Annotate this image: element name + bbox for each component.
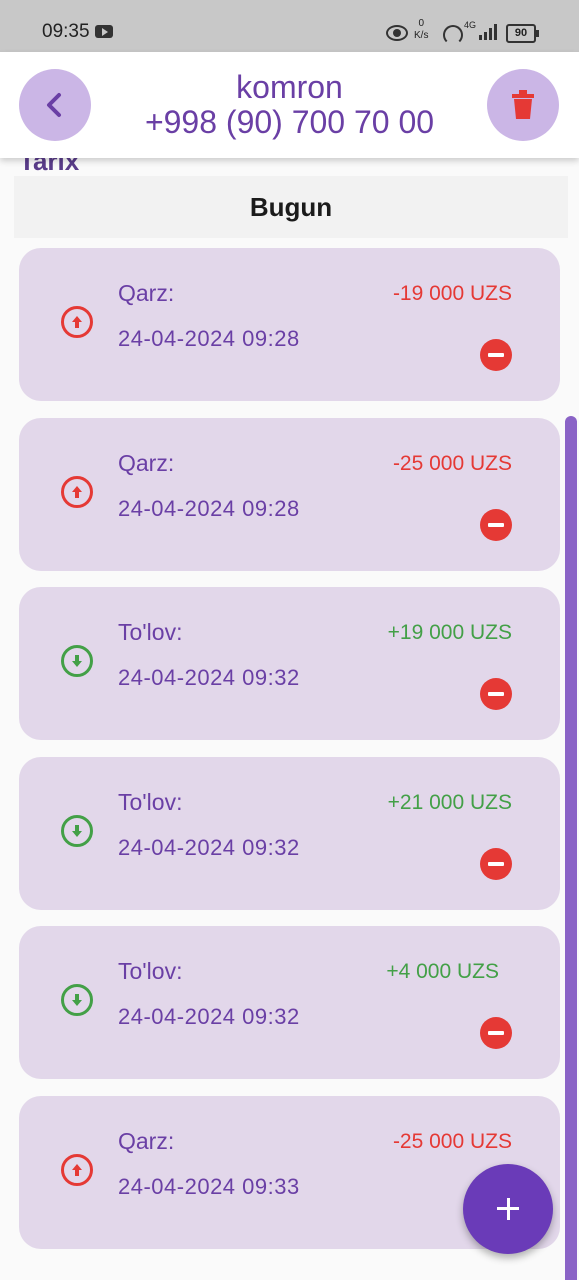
transaction-amount: -19 000 UZS xyxy=(392,282,512,305)
section-header-today: Bugun xyxy=(14,176,568,238)
transaction-amount: +4 000 UZS xyxy=(386,960,499,983)
arrow-down-circle-icon xyxy=(61,645,93,677)
eye-icon xyxy=(386,25,408,41)
transaction-type: Qarz: xyxy=(118,450,175,476)
remove-transaction-button[interactable] xyxy=(480,678,512,710)
arrow-up-circle-icon xyxy=(61,306,93,338)
add-transaction-button[interactable] xyxy=(463,1164,553,1254)
arrow-up-circle-icon xyxy=(61,476,93,508)
transaction-date: 24-04-2024 09:32 xyxy=(118,665,300,690)
transaction-card[interactable]: To'lov: +19 000 UZS 24-04-2024 09:32 xyxy=(19,587,560,740)
hotspot-icon xyxy=(443,25,463,45)
transaction-date: 24-04-2024 09:32 xyxy=(118,835,300,860)
network-type: 4G xyxy=(464,20,477,30)
battery-icon: 90 xyxy=(506,24,539,43)
transaction-date: 24-04-2024 09:33 xyxy=(118,1174,300,1199)
network-speed: 0 K/s xyxy=(414,18,428,42)
remove-transaction-button[interactable] xyxy=(480,1017,512,1049)
remove-transaction-button[interactable] xyxy=(480,339,512,371)
transaction-card[interactable]: To'lov: +21 000 UZS 24-04-2024 09:32 xyxy=(19,757,560,910)
transaction-amount: -25 000 UZS xyxy=(392,452,512,475)
transaction-date: 24-04-2024 09:28 xyxy=(118,326,300,351)
arrow-down-circle-icon xyxy=(61,984,93,1016)
status-bar: 09:35 0 K/s 4G 90 xyxy=(0,0,579,52)
transaction-card[interactable]: To'lov: +4 000 UZS 24-04-2024 09:32 xyxy=(19,926,560,1079)
transaction-amount: +21 000 UZS xyxy=(387,791,512,814)
transaction-amount: +19 000 UZS xyxy=(387,621,512,644)
app-bar: komron +998 (90) 700 70 00 xyxy=(0,52,579,158)
transaction-card[interactable]: Qarz: -19 000 UZS 24-04-2024 09:28 xyxy=(19,248,560,401)
transaction-date: 24-04-2024 09:32 xyxy=(118,1004,300,1029)
trash-icon xyxy=(512,90,534,119)
transaction-type: Qarz: xyxy=(118,1128,175,1154)
transaction-card[interactable]: Qarz: -25 000 UZS 24-04-2024 09:28 xyxy=(19,418,560,571)
transaction-type: Qarz: xyxy=(118,280,175,306)
youtube-icon xyxy=(95,25,113,38)
section-title: Bugun xyxy=(249,191,333,222)
transaction-type: To'lov: xyxy=(118,619,183,645)
remove-transaction-button[interactable] xyxy=(480,848,512,880)
delete-contact-button[interactable] xyxy=(487,69,559,141)
remove-transaction-button[interactable] xyxy=(480,509,512,541)
status-time: 09:35 xyxy=(42,21,90,42)
transaction-type: To'lov: xyxy=(118,789,183,815)
speed-value: 0 xyxy=(418,18,424,29)
speed-unit: K/s xyxy=(414,30,429,41)
arrow-up-circle-icon xyxy=(61,1154,93,1186)
transaction-type: To'lov: xyxy=(118,958,183,984)
arrow-down-circle-icon xyxy=(61,815,93,847)
signal-icon xyxy=(479,24,499,40)
transaction-amount: -25 000 UZS xyxy=(392,1130,512,1153)
transaction-date: 24-04-2024 09:28 xyxy=(118,496,300,521)
scrollbar[interactable] xyxy=(565,416,577,1280)
